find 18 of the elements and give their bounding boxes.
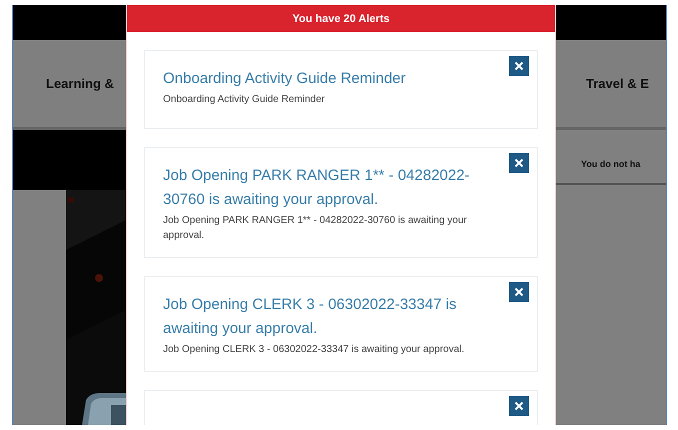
- message-text: You do not ha: [581, 159, 640, 169]
- close-button[interactable]: [509, 282, 529, 302]
- alert-text: Job Opening PARK RANGER 1** - 04282022-30760 is awaiting your approval.: [163, 214, 468, 243]
- dialog-title: You have 20 Alerts: [127, 5, 555, 32]
- alert-title[interactable]: Job Opening PARK RANGER 1** - 04282022-30760 is awaiting your approval.: [163, 164, 477, 212]
- close-button[interactable]: [509, 56, 529, 76]
- close-button[interactable]: [509, 396, 529, 416]
- close-button[interactable]: [509, 153, 529, 173]
- close-icon: [514, 158, 524, 168]
- alert-title[interactable]: Onboarding Activity Guide Reminder: [163, 67, 477, 91]
- close-icon: [514, 61, 524, 71]
- alert-title[interactable]: Job Opening CLERK 3 - 06302022-33347 is awaiting your approval.: [163, 293, 477, 341]
- nav-tab[interactable]: Travel & E: [586, 76, 649, 91]
- nav-tab[interactable]: Learning &: [46, 76, 114, 91]
- alert-text: Onboarding Activity Guide Reminder: [163, 93, 326, 107]
- close-icon: [514, 401, 524, 411]
- alert-text: Job Opening CLERK 3 - 06302022-33347 is awaiting your approval.: [163, 343, 466, 357]
- close-icon: [514, 287, 524, 297]
